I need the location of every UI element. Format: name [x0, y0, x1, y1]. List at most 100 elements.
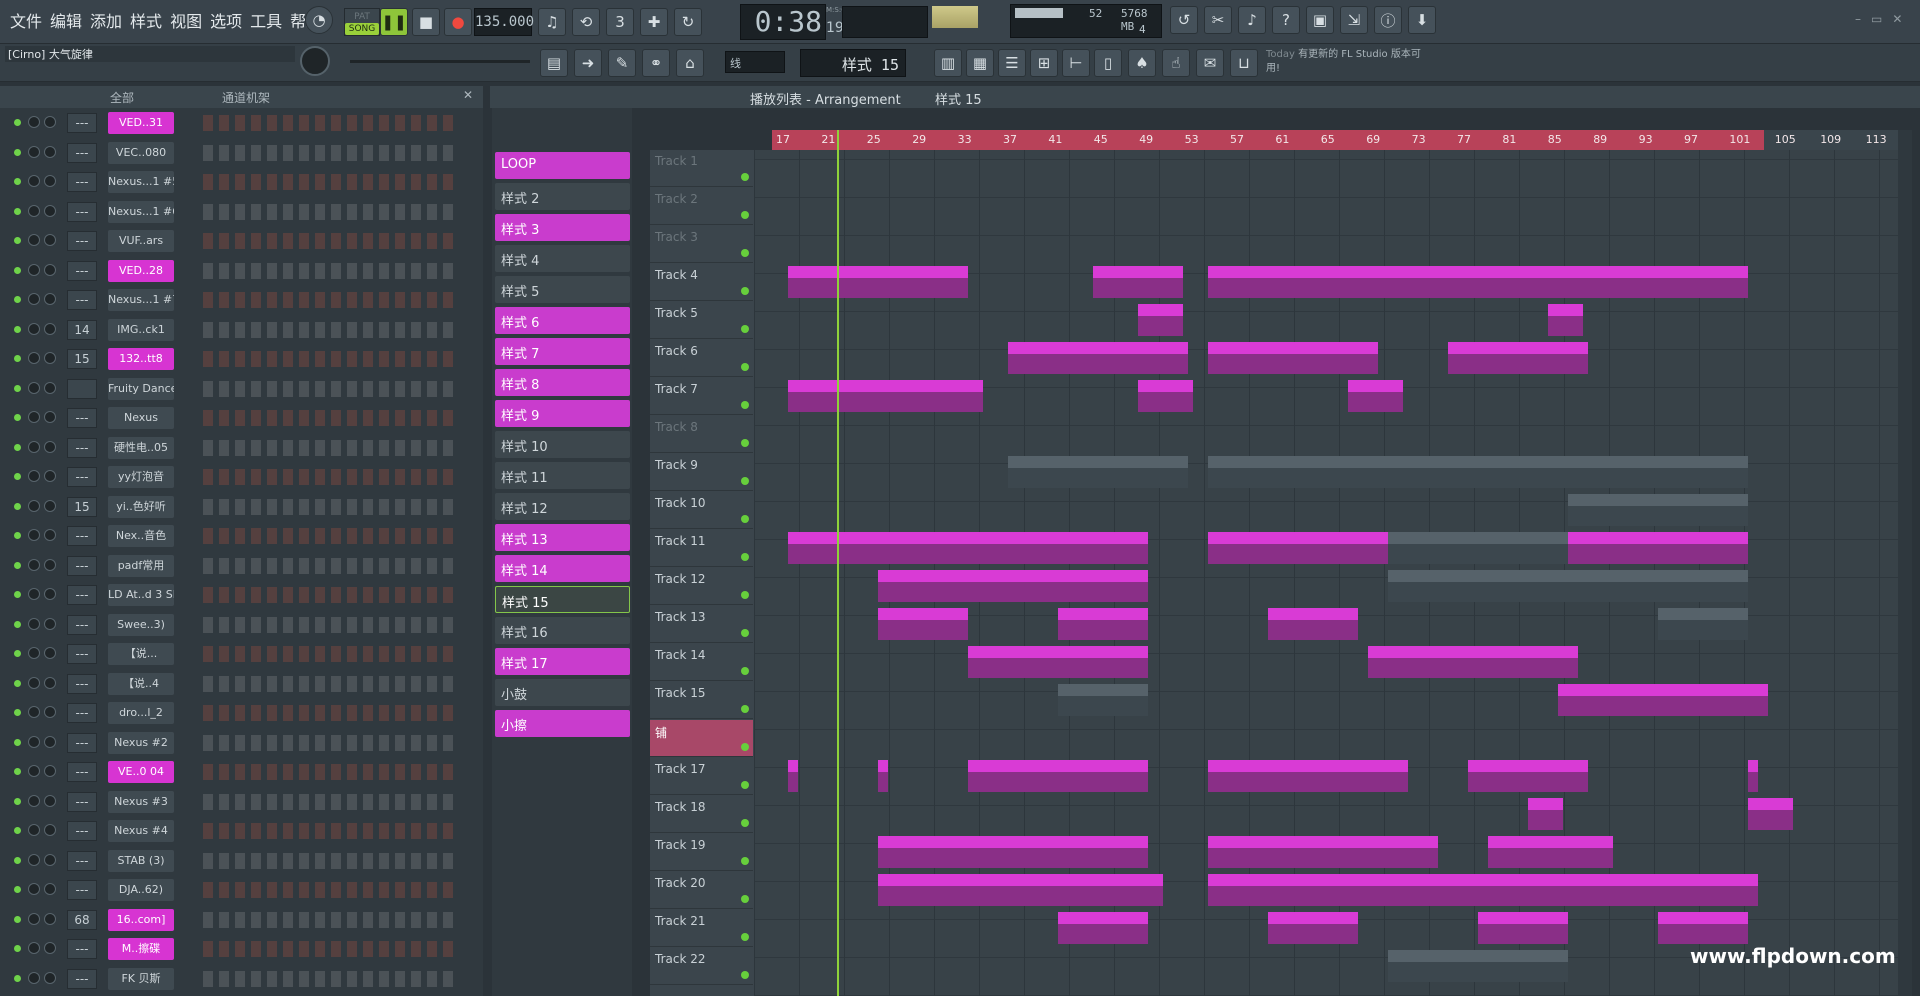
channel-mute-led[interactable] [14, 591, 21, 598]
channel-mixer-track[interactable]: 68 [67, 909, 97, 930]
channel-volume-knob[interactable] [44, 765, 56, 777]
pattern-item[interactable]: 样式 11 [495, 462, 630, 489]
track-header[interactable]: Track 10 [650, 492, 753, 529]
channel-name-button[interactable]: VE..0 04 [108, 761, 174, 783]
channel-name-button[interactable]: yi..色好听 [108, 495, 174, 518]
channel-mixer-track[interactable]: --- [67, 968, 97, 989]
track-enable-led[interactable] [741, 971, 749, 979]
channel-volume-knob[interactable] [44, 824, 56, 836]
channel-pan-knob[interactable] [28, 647, 40, 659]
playlist-clip[interactable]: 样式 7 [878, 570, 968, 602]
channel-step-sequencer[interactable] [203, 734, 458, 751]
playlist-clip[interactable]: VEDM Do..fter #2 VUF2 128BPM Bingo 16Bar… [878, 874, 1163, 906]
channel-step-sequencer[interactable] [203, 705, 458, 721]
song-mode-toggle[interactable]: PAT SONG [344, 8, 380, 36]
track-enable-led[interactable] [741, 933, 749, 941]
channel-volume-knob[interactable] [44, 322, 56, 335]
channel-volume-knob[interactable] [44, 440, 56, 453]
channel-step-sequencer[interactable] [203, 970, 458, 987]
channel-name-button[interactable]: DJA..62) [108, 879, 174, 901]
channel-mute-led[interactable] [14, 148, 21, 156]
channel-mute-led[interactable] [14, 119, 21, 126]
playlist-clip[interactable]: Free Filter - 铺底 - 频率 [1388, 950, 1568, 982]
channel-name-button[interactable]: VED..31 [108, 112, 174, 134]
mixer-icon[interactable]: ▦ [966, 49, 994, 77]
track-header[interactable]: Track 8 [650, 416, 753, 453]
tempo-display[interactable]: 135.000 [474, 8, 534, 36]
track-header[interactable]: Track 3 [650, 226, 753, 263]
channel-pan-knob[interactable] [28, 175, 40, 187]
playlist-clip[interactable]: 样式 3 [968, 532, 1148, 564]
channel-volume-knob[interactable] [44, 706, 56, 718]
channel-volume-knob[interactable] [44, 883, 56, 895]
track-enable-led[interactable] [741, 743, 749, 751]
channel-volume-knob[interactable] [44, 352, 56, 364]
channel-mixer-track[interactable]: --- [67, 467, 97, 487]
channel-volume-knob[interactable] [44, 558, 56, 571]
playlist-clip[interactable]: 样式 15 [1568, 456, 1748, 488]
channel-pan-knob[interactable] [28, 676, 40, 689]
playlist-clip[interactable]: ba..失真 [1138, 380, 1193, 412]
channel-name-button[interactable]: LD At..d 3 SR [108, 584, 174, 606]
playlist-clip[interactable] [878, 760, 888, 792]
channel-row[interactable]: --- Nexus...1 #5 [0, 167, 478, 197]
pattern-item[interactable]: 样式 8 [495, 369, 630, 396]
channel-mute-led[interactable] [14, 296, 21, 303]
pattern-selector[interactable]: 样式 15 [800, 49, 906, 77]
channel-step-sequencer[interactable] [203, 144, 458, 161]
track-enable-led[interactable] [741, 591, 749, 599]
channel-mixer-track[interactable]: --- [67, 526, 97, 546]
playlist-clip[interactable]: LOOP LOOP LOOP [788, 266, 968, 298]
channel-mixer-track[interactable] [67, 378, 97, 399]
channel-mixer-track[interactable]: --- [67, 614, 97, 635]
cart-icon[interactable]: ⊔ [1230, 49, 1258, 77]
channel-name-button[interactable]: padf常用 [108, 554, 174, 577]
channel-mute-led[interactable] [14, 620, 21, 628]
channel-mixer-track[interactable]: --- [67, 113, 97, 133]
track-enable-led[interactable] [741, 553, 749, 561]
link-icon[interactable]: ⚭ [642, 49, 670, 77]
channel-row[interactable]: --- yy灯泡音 [0, 462, 478, 492]
channel-volume-knob[interactable] [44, 942, 56, 954]
menu-item[interactable]: 选项 [206, 8, 246, 32]
track-header[interactable]: Track 20 [650, 872, 753, 909]
channel-mixer-track[interactable]: --- [67, 762, 97, 782]
channel-row[interactable]: 15 132..tt8 [0, 344, 478, 374]
track-header[interactable]: Track 19 [650, 834, 753, 871]
channel-pan-knob[interactable] [28, 794, 40, 807]
channel-row[interactable]: --- LD At..d 3 SR [0, 580, 478, 610]
channel-pan-knob[interactable] [28, 942, 40, 954]
playlist-clip[interactable]: VUF2 128BPM Bingo 1..olume multipli VUF2… [1208, 874, 1758, 906]
window-controls[interactable]: –▭✕ [1855, 12, 1912, 26]
channel-mute-led[interactable] [14, 709, 21, 716]
playlist-clip[interactable]: 样式 3 [1208, 532, 1388, 564]
playlist-clip[interactable]: GC - Long Fill A GC - Long Fill A [1388, 266, 1568, 298]
channel-row[interactable]: --- Swee..3) [0, 610, 478, 640]
channel-row[interactable]: 14 IMG..ck1 [0, 315, 478, 345]
track-enable-led[interactable] [741, 895, 749, 903]
channel-pan-knob[interactable] [28, 558, 40, 571]
channel-row[interactable]: --- Nexus [0, 403, 478, 433]
plugin-icon[interactable]: ✎ [608, 49, 636, 77]
channel-mixer-track[interactable]: --- [67, 260, 97, 281]
channel-step-sequencer[interactable] [203, 233, 458, 249]
track-header[interactable]: Track 4 [650, 264, 753, 301]
channel-name-button[interactable]: dro...l_2 [108, 702, 174, 724]
channel-mute-led[interactable] [14, 443, 21, 451]
menu-item[interactable]: 文件 [6, 8, 46, 32]
channel-row[interactable]: --- Nex..音色 [0, 521, 478, 551]
pattern-item[interactable]: 样式 6 [495, 307, 630, 334]
pattern-item[interactable]: 样式 9 [495, 400, 630, 427]
channel-pan-knob[interactable] [28, 499, 40, 512]
channel-mixer-track[interactable]: --- [67, 290, 97, 310]
channel-mixer-track[interactable]: --- [67, 850, 97, 871]
track-header[interactable]: Track 7 [650, 378, 753, 415]
channel-mute-led[interactable] [14, 502, 21, 510]
channel-mute-led[interactable] [14, 325, 21, 333]
channel-step-sequencer[interactable] [203, 646, 458, 662]
playlist-clip[interactable]: 样式 4 [1008, 456, 1188, 488]
channel-row[interactable]: 68 16..com] [0, 905, 478, 935]
channel-name-button[interactable]: 【说... [108, 643, 174, 665]
channel-row[interactable]: --- Nexus...1 #7 [0, 285, 478, 315]
channel-mute-led[interactable] [14, 207, 21, 215]
